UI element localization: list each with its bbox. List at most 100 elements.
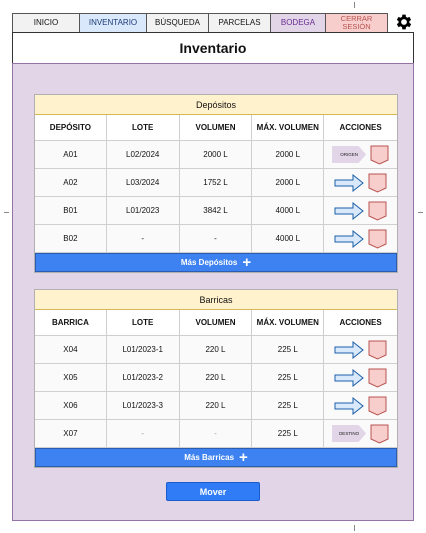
table-row: B02- -4000 L <box>35 225 397 253</box>
row-volumen: 220 L <box>180 392 253 419</box>
gear-icon[interactable] <box>394 12 414 32</box>
actions-group <box>334 396 387 416</box>
row-id: X07 <box>35 420 107 447</box>
actions-group: DESTINO <box>332 424 389 444</box>
row-max-volumen: 4000 L <box>252 225 325 252</box>
guide-mark-left <box>4 212 9 213</box>
row-max-volumen: 225 L <box>252 336 325 363</box>
table-row: A02 L03/2024 1752 L 2000 L <box>35 169 397 197</box>
row-actions <box>324 197 397 224</box>
column-header: VOLUMEN <box>180 310 253 335</box>
row-lote: L01/2023-1 <box>107 336 180 363</box>
row-actions <box>324 392 397 419</box>
actions-group <box>334 368 387 388</box>
detail-icon[interactable] <box>370 145 389 165</box>
detail-icon[interactable] <box>370 424 389 444</box>
detail-icon[interactable] <box>368 368 387 388</box>
tab-busqueda[interactable]: BÚSQUEDA <box>146 13 209 33</box>
tab-inicio[interactable]: INICIO <box>12 13 80 33</box>
row-volumen: 1752 L <box>180 169 253 196</box>
row-volumen: 3842 L <box>180 197 253 224</box>
mover-button[interactable]: Mover <box>166 482 260 501</box>
mas-barricas-button[interactable]: Más Barricas + <box>35 448 397 467</box>
row-max-volumen: 2000 L <box>252 169 325 196</box>
move-arrow-icon[interactable] <box>334 229 364 248</box>
actions-group: ORIGEN <box>332 145 389 165</box>
actions-group <box>334 173 387 193</box>
actions-group <box>334 201 387 221</box>
depositos-table: Depósitos DEPÓSITO LOTE VOLUMEN MÁX. VOL… <box>34 94 398 273</box>
row-lote: L03/2024 <box>107 169 180 196</box>
guide-mark-right <box>418 212 423 213</box>
row-id: B01 <box>35 197 107 224</box>
detail-icon[interactable] <box>368 229 387 249</box>
column-header: LOTE <box>107 310 180 335</box>
table-row: X05 L01/2023-2 220 L 225 L <box>35 364 397 392</box>
depositos-table-title: Depósitos <box>35 95 397 115</box>
row-max-volumen: 225 L <box>252 364 325 391</box>
plus-icon: + <box>239 448 248 466</box>
move-arrow-icon[interactable] <box>334 340 364 359</box>
detail-icon[interactable] <box>368 340 387 360</box>
column-header: LOTE <box>107 115 180 140</box>
actions-group <box>334 340 387 360</box>
move-arrow-icon[interactable] <box>334 396 364 415</box>
move-arrow-icon[interactable] <box>334 201 364 220</box>
barricas-table: Barricas BARRICA LOTE VOLUMEN MÁX. VOLUM… <box>34 289 398 468</box>
row-actions: ORIGEN <box>324 141 397 168</box>
column-header: MÁX. VOLUMEN <box>252 115 325 140</box>
plus-icon: + <box>242 253 252 271</box>
tab-cerrar-sesion[interactable]: CERRAR SESIÓN <box>325 13 388 33</box>
tab-bodega[interactable]: BODEGA <box>270 13 326 33</box>
row-lote: L01/2023 <box>107 197 180 224</box>
table-row: X04 L01/2023-1 220 L 225 L <box>35 336 397 364</box>
row-lote: - <box>107 225 180 252</box>
column-header: ACCIONES <box>339 123 382 132</box>
column-header: DEPÓSITO <box>35 115 107 140</box>
row-actions <box>324 336 397 363</box>
mas-depositos-label: Más Depósitos <box>180 258 238 267</box>
actions-group <box>334 229 387 249</box>
column-header: VOLUMEN <box>180 115 253 140</box>
column-header: MÁX. VOLUMEN <box>252 310 325 335</box>
row-id: X04 <box>35 336 107 363</box>
row-id: X05 <box>35 364 107 391</box>
table-row: X06 L01/2023-3 220 L 225 L <box>35 392 397 420</box>
table-row: B01 L01/2023 3842 L 4000 L <box>35 197 397 225</box>
guide-mark-bottom <box>354 525 355 531</box>
row-max-volumen: 225 L <box>252 392 325 419</box>
mas-barricas-label: Más Barricas <box>184 453 235 462</box>
row-id: A02 <box>35 169 107 196</box>
guide-mark-top <box>354 2 355 8</box>
tab-inventario[interactable]: INVENTARIO <box>79 13 147 33</box>
row-volumen: 220 L <box>180 336 253 363</box>
table-row: X07- -225 L DESTINO <box>35 420 397 448</box>
row-volumen: - <box>180 225 253 252</box>
row-id: X06 <box>35 392 107 419</box>
row-id: B02 <box>35 225 107 252</box>
row-id: A01 <box>35 141 107 168</box>
row-actions: DESTINO <box>324 420 397 447</box>
row-max-volumen: 225 L <box>252 420 325 447</box>
mas-depositos-button[interactable]: Más Depósitos + <box>35 253 397 272</box>
origen-badge[interactable]: ORIGEN <box>332 146 367 163</box>
move-arrow-icon[interactable] <box>334 173 364 192</box>
row-lote: L01/2023-3 <box>107 392 180 419</box>
detail-icon[interactable] <box>368 173 387 193</box>
row-volumen: 220 L <box>180 364 253 391</box>
detail-icon[interactable] <box>368 396 387 416</box>
row-max-volumen: 4000 L <box>252 197 325 224</box>
barricas-table-title: Barricas <box>35 290 397 310</box>
detail-icon[interactable] <box>368 201 387 221</box>
row-volumen: - <box>180 420 253 447</box>
row-actions <box>324 169 397 196</box>
table-header-row: BARRICA LOTE VOLUMEN MÁX. VOLUMEN ACCION… <box>35 310 397 336</box>
tab-parcelas[interactable]: PARCELAS <box>208 13 271 33</box>
page-title: Inventario <box>12 32 414 64</box>
move-arrow-icon[interactable] <box>334 368 364 387</box>
row-volumen: 2000 L <box>180 141 253 168</box>
destino-badge[interactable]: DESTINO <box>332 425 367 442</box>
row-actions <box>324 364 397 391</box>
row-lote: L01/2023-2 <box>107 364 180 391</box>
row-lote: - <box>107 420 180 447</box>
